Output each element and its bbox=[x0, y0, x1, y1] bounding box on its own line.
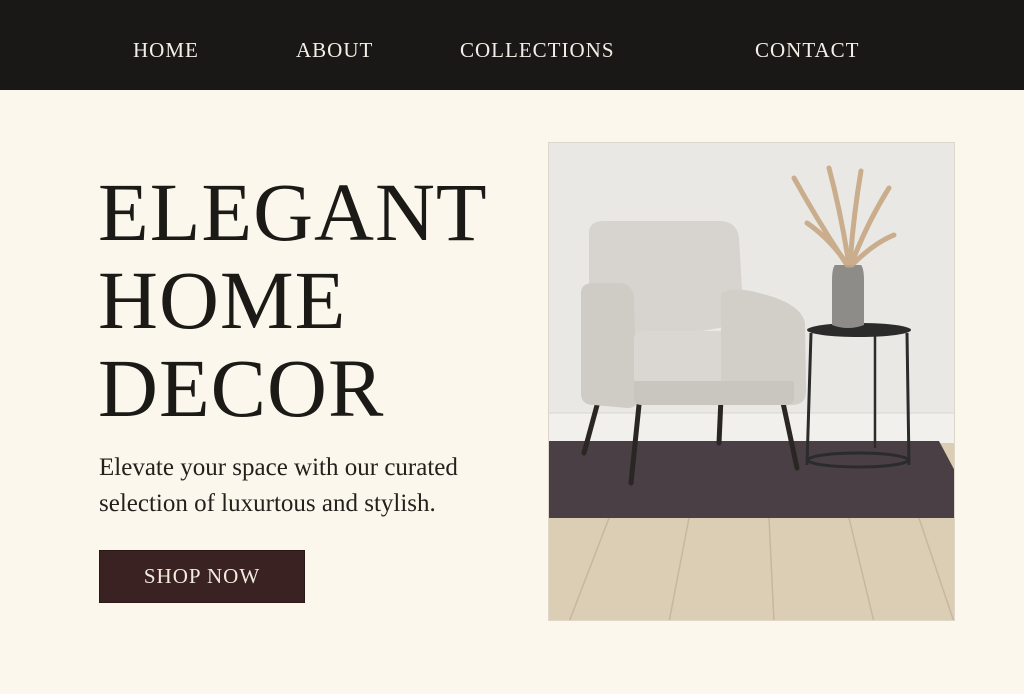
nav-collections-link[interactable]: COLLECTIONS bbox=[460, 38, 615, 63]
top-navigation: HOME ABOUT COLLECTIONS CONTACT bbox=[0, 0, 1024, 90]
armchair-illustration bbox=[549, 143, 954, 620]
hero-subtitle: Elevate your space with our curated sele… bbox=[99, 454, 458, 517]
nav-contact-link[interactable]: CONTACT bbox=[755, 38, 859, 63]
hero-title: ELEGANT HOME DECOR bbox=[98, 168, 518, 432]
armchair-photo bbox=[548, 142, 955, 621]
hero-title-line: HOME bbox=[98, 254, 347, 346]
hero-title-line: ELEGANT bbox=[98, 166, 488, 258]
nav-about-link[interactable]: ABOUT bbox=[296, 38, 373, 63]
hero-title-line: DECOR bbox=[98, 342, 385, 434]
shop-now-button[interactable]: SHOP NOW bbox=[99, 550, 305, 603]
nav-home-link[interactable]: HOME bbox=[133, 38, 199, 63]
